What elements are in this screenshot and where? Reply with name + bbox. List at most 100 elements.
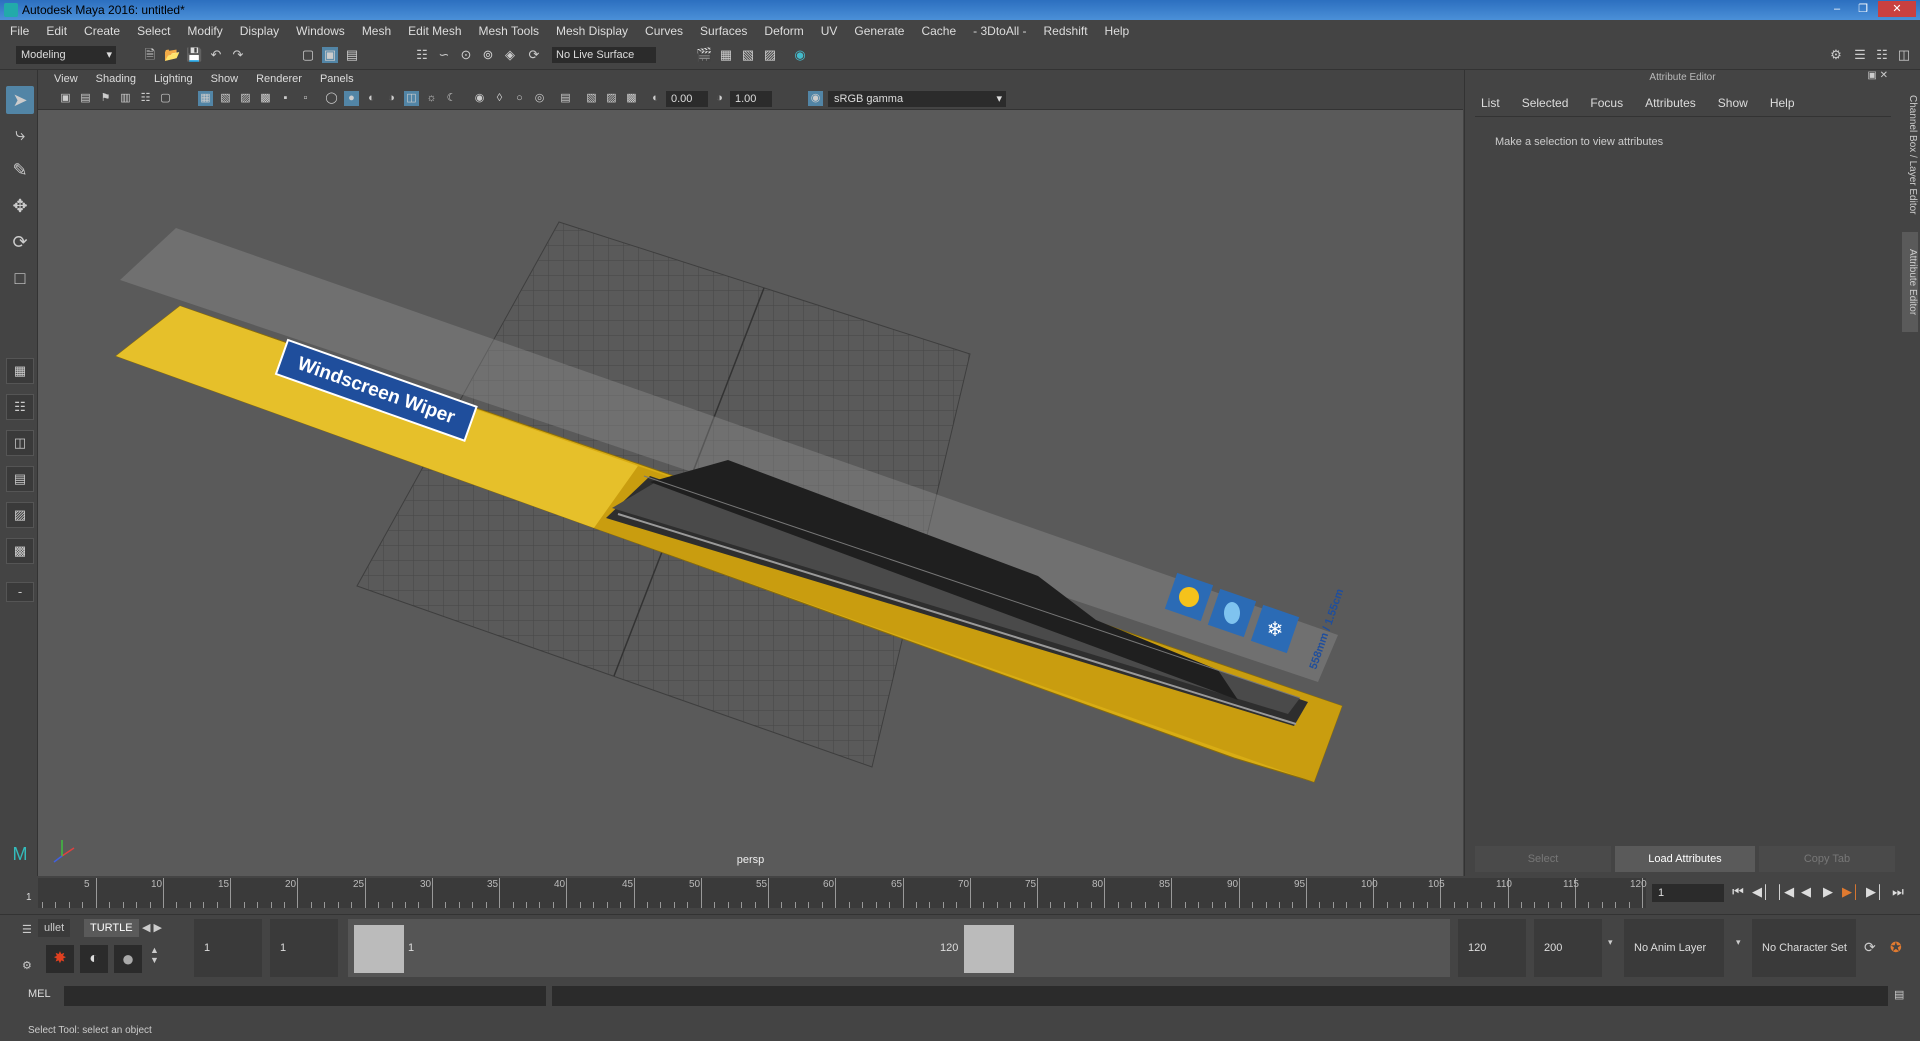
snap-view-icon[interactable]: ⊚ bbox=[480, 47, 496, 63]
exposure-field[interactable]: 0.00 bbox=[666, 91, 708, 107]
gamma-icon[interactable]: ◑ bbox=[712, 91, 727, 106]
ae-menu-focus[interactable]: Focus bbox=[1590, 96, 1623, 110]
channel-box-toggle-icon[interactable]: ◫ bbox=[1896, 47, 1912, 63]
mel-command-input[interactable] bbox=[64, 986, 546, 1006]
ae-menu-help[interactable]: Help bbox=[1770, 96, 1795, 110]
wireframe-shading-icon[interactable]: ◯ bbox=[324, 91, 339, 106]
maximize-icon[interactable]: ❐ bbox=[1852, 1, 1874, 17]
gamma-field[interactable]: 1.00 bbox=[730, 91, 772, 107]
snap-together-icon[interactable]: ⟳ bbox=[526, 47, 542, 63]
range-slider[interactable]: 1 120 bbox=[348, 919, 1450, 977]
hypershade-layout-icon[interactable]: ▩ bbox=[6, 538, 34, 564]
menu-file[interactable]: File bbox=[10, 24, 29, 38]
ipr-render-icon[interactable]: ▧ bbox=[740, 47, 756, 63]
anim-layer-dropdown[interactable]: No Anim Layer bbox=[1624, 919, 1724, 977]
viewport-menu-renderer[interactable]: Renderer bbox=[256, 73, 302, 85]
lasso-tool-icon[interactable]: ⤷ bbox=[6, 120, 34, 148]
snap-point-icon[interactable]: ⊙ bbox=[458, 47, 474, 63]
menu-windows[interactable]: Windows bbox=[296, 24, 345, 38]
menu-edit[interactable]: Edit bbox=[46, 24, 67, 38]
two-view-layout-icon[interactable]: ◫ bbox=[6, 430, 34, 456]
menu-generate[interactable]: Generate bbox=[854, 24, 904, 38]
textured-icon[interactable]: ◫ bbox=[404, 91, 419, 106]
menu-set-dropdown[interactable]: Modeling ▾ bbox=[16, 46, 116, 64]
xray-joints-icon[interactable]: ▨ bbox=[604, 91, 619, 106]
menu-cache[interactable]: Cache bbox=[921, 24, 956, 38]
menu-mesh-display[interactable]: Mesh Display bbox=[556, 24, 628, 38]
motion-blur-icon[interactable]: ◊ bbox=[492, 91, 507, 106]
scene-canvas[interactable]: Windscreen Wiper ❄ 558mm / 1.55cm bbox=[38, 110, 1463, 876]
open-scene-icon[interactable]: 📂 bbox=[164, 47, 180, 63]
auto-key-icon[interactable]: ⟳ bbox=[1864, 939, 1876, 956]
tab-attribute-editor[interactable]: Attribute Editor bbox=[1902, 232, 1918, 332]
field-chart-icon[interactable]: ▩ bbox=[258, 91, 273, 106]
shelf-settings-icon[interactable]: ⚙ bbox=[22, 959, 32, 972]
time-slider[interactable]: 5 10 15 20 25 30 35 40 45 50 55 60 65 70 75 80 85 90 95 100… bbox=[0, 876, 1920, 914]
live-surface-field[interactable]: No Live Surface bbox=[552, 47, 656, 63]
graph-layout-icon[interactable]: ▨ bbox=[6, 502, 34, 528]
viewport-persp[interactable]: Windscreen Wiper ❄ 558mm / 1.55cm persp bbox=[38, 110, 1463, 876]
ae-menu-attributes[interactable]: Attributes bbox=[1645, 96, 1696, 110]
snap-curve-icon[interactable]: ∽ bbox=[436, 47, 452, 63]
move-tool-icon[interactable]: ✥ bbox=[6, 192, 34, 220]
wireframe-on-shaded-icon[interactable]: ◑ bbox=[384, 91, 399, 106]
menu-mesh-tools[interactable]: Mesh Tools bbox=[479, 24, 539, 38]
anim-layer-chevron-icon[interactable]: ▾ bbox=[1608, 937, 1613, 948]
four-view-layout-icon[interactable]: ☷ bbox=[6, 394, 34, 420]
viewport-menu-shading[interactable]: Shading bbox=[96, 73, 136, 85]
film-gate-icon[interactable]: ▢ bbox=[158, 91, 173, 106]
time-ruler[interactable]: 5 10 15 20 25 30 35 40 45 50 55 60 65 70 75 80 85 90 95 100… bbox=[38, 878, 1647, 908]
exposure-icon[interactable]: ◐ bbox=[648, 91, 663, 106]
ae-load-attributes-button[interactable]: Load Attributes bbox=[1615, 846, 1755, 872]
single-view-layout-icon[interactable]: ▦ bbox=[6, 358, 34, 384]
camera-icon[interactable]: ▣ bbox=[58, 91, 73, 106]
step-forward-frame-icon[interactable]: ▶│ bbox=[1842, 884, 1860, 900]
menu-create[interactable]: Create bbox=[84, 24, 120, 38]
range-slider-start-handle[interactable] bbox=[354, 925, 404, 973]
render-view-icon[interactable]: 🎬 bbox=[696, 47, 712, 63]
turtle-bake-icon[interactable]: ◐ bbox=[80, 945, 108, 973]
collapse-layouts-icon[interactable]: - bbox=[6, 582, 34, 602]
undo-icon[interactable]: ↶ bbox=[208, 47, 224, 63]
animation-prefs-icon[interactable]: ✪ bbox=[1890, 939, 1902, 956]
default-material-icon[interactable]: ◐ bbox=[364, 91, 379, 106]
menu-uv[interactable]: UV bbox=[821, 24, 838, 38]
character-set-chevron-icon[interactable]: ▾ bbox=[1736, 937, 1741, 948]
viewport-menu-lighting[interactable]: Lighting bbox=[154, 73, 193, 85]
range-slider-end-handle[interactable] bbox=[964, 925, 1014, 973]
current-frame-field[interactable]: 1 bbox=[1652, 884, 1724, 902]
play-forward-icon[interactable]: ▶ bbox=[1820, 884, 1836, 900]
turtle-render-icon[interactable]: ✸ bbox=[46, 945, 74, 973]
xray-icon[interactable]: ▧ bbox=[584, 91, 599, 106]
menu-3dtoall[interactable]: - 3DtoAll - bbox=[973, 24, 1026, 38]
snap-grid-icon[interactable]: ☷ bbox=[414, 47, 430, 63]
attribute-editor-toggle-icon[interactable]: ☰ bbox=[1852, 47, 1868, 63]
menu-mesh[interactable]: Mesh bbox=[362, 24, 391, 38]
new-scene-icon[interactable]: 🗎 bbox=[142, 47, 158, 63]
render-frame-icon[interactable]: ▦ bbox=[718, 47, 734, 63]
isolate-select-icon[interactable]: ▤ bbox=[558, 91, 573, 106]
viewport-menu-show[interactable]: Show bbox=[211, 73, 239, 85]
step-forward-key-icon[interactable]: ▶│ bbox=[1866, 884, 1884, 900]
bookmark-icon[interactable]: ⚑ bbox=[98, 91, 113, 106]
snap-surface-icon[interactable]: ◈ bbox=[502, 47, 518, 63]
minimize-icon[interactable]: – bbox=[1826, 1, 1848, 17]
image-plane-icon[interactable]: ▥ bbox=[118, 91, 133, 106]
go-to-end-icon[interactable]: ⏭ bbox=[1890, 884, 1906, 900]
mel-label[interactable]: MEL bbox=[28, 988, 51, 1000]
menu-modify[interactable]: Modify bbox=[187, 24, 222, 38]
menu-surfaces[interactable]: Surfaces bbox=[700, 24, 747, 38]
script-editor-icon[interactable]: ▤ bbox=[1894, 988, 1904, 1001]
step-back-key-icon[interactable]: ◀│ bbox=[1752, 884, 1770, 900]
shelf-scroll-icon[interactable]: ◀ ▶ bbox=[142, 921, 162, 934]
menu-select[interactable]: Select bbox=[137, 24, 170, 38]
shelf-tab-bullet[interactable]: ullet bbox=[38, 919, 71, 937]
float-panel-icon[interactable]: ▣ ✕ bbox=[1867, 70, 1888, 81]
shelf-scroll-vertical-icon[interactable]: ▲ ▼ bbox=[150, 945, 159, 965]
multisample-aa-icon[interactable]: ○ bbox=[512, 91, 527, 106]
select-component-icon[interactable]: ▤ bbox=[344, 47, 360, 63]
redo-icon[interactable]: ↷ bbox=[230, 47, 246, 63]
safe-title-icon[interactable]: ▫ bbox=[298, 91, 313, 106]
shelf-menu-icon[interactable]: ☰ bbox=[22, 923, 32, 936]
ae-select-button[interactable]: Select bbox=[1475, 846, 1611, 872]
